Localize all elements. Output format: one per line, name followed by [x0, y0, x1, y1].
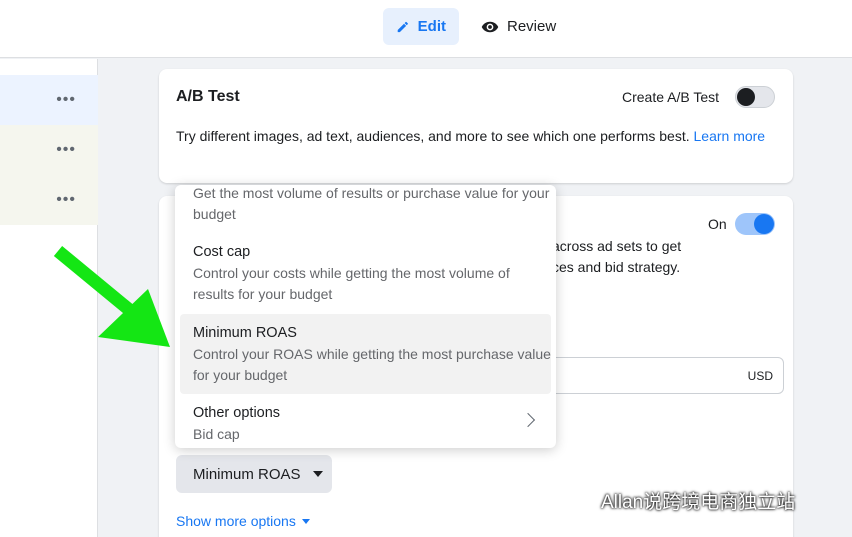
sidebar-row-ad-set[interactable]: ••• — [0, 125, 98, 175]
menu-option-minimum-roas[interactable]: Minimum ROAS Control your ROAS while get… — [180, 314, 551, 394]
menu-option-other-options[interactable]: Other options Bid cap — [180, 403, 551, 445]
sidebar-row-ad[interactable]: ••• — [0, 175, 98, 225]
watermark-text: Allan说跨境电商独立站 — [601, 492, 796, 513]
budget-amount-input[interactable]: USD — [539, 357, 784, 394]
bid-strategy-menu: Get the most volume of results or purcha… — [175, 185, 556, 448]
menu-option-description: Bid cap — [193, 426, 240, 442]
caret-down-icon — [301, 518, 310, 524]
menu-option-description: Get the most volume of results or purcha… — [193, 185, 550, 222]
ab-test-card: A/B Test Create A/B Test Try different i… — [159, 69, 793, 183]
budget-description: across ad sets to get ces and bid strate… — [552, 236, 681, 278]
menu-option-title: Cost cap — [193, 244, 251, 260]
budget-optimization-toggle[interactable] — [735, 213, 775, 235]
toggle-knob — [737, 88, 755, 106]
ab-test-title: A/B Test — [176, 88, 240, 105]
create-ab-test-toggle[interactable] — [735, 86, 775, 108]
sidebar-row-campaign[interactable]: ••• — [0, 75, 98, 125]
ab-test-description: Try different images, ad text, audiences… — [176, 126, 776, 147]
menu-option-description: Control your ROAS while getting the most… — [193, 346, 551, 383]
wechat-icon — [565, 489, 594, 511]
more-dots-icon[interactable]: ••• — [56, 192, 76, 208]
tab-review-label: Review — [507, 18, 557, 35]
caret-down-icon — [312, 471, 323, 477]
more-dots-icon[interactable]: ••• — [56, 142, 76, 158]
bid-strategy-value: Minimum ROAS — [193, 465, 301, 483]
tab-edit-label: Edit — [417, 18, 446, 35]
tab-review[interactable]: Review — [468, 8, 569, 45]
watermark: Allan说跨境电商独立站 — [565, 487, 795, 514]
eye-icon — [481, 21, 499, 32]
budget-description-line1: across ad sets to get — [552, 238, 682, 254]
menu-option-description: Control your costs while getting the mos… — [193, 265, 510, 302]
bid-strategy-dropdown[interactable]: Minimum ROAS — [176, 455, 332, 493]
budget-optimization-label: On — [708, 216, 727, 232]
tab-edit[interactable]: Edit — [383, 8, 459, 45]
budget-description-line2: ces and bid strategy. — [552, 259, 681, 275]
create-ab-test-label: Create A/B Test — [622, 89, 720, 105]
toggle-knob — [754, 214, 774, 234]
pencil-icon — [397, 21, 408, 32]
menu-option-cost-cap[interactable]: Cost cap Control your costs while gettin… — [180, 242, 551, 306]
more-dots-icon[interactable]: ••• — [56, 92, 76, 108]
learn-more-link[interactable]: Learn more — [694, 128, 766, 144]
currency-label: USD — [747, 369, 773, 383]
show-more-label: Show more options — [176, 513, 296, 529]
ab-test-description-text: Try different images, ad text, audiences… — [176, 128, 690, 144]
menu-option-highest-volume[interactable]: Get the most volume of results or purcha… — [180, 185, 551, 225]
top-bar: Edit Review — [0, 0, 852, 58]
menu-option-title: Minimum ROAS — [193, 325, 297, 341]
menu-option-title: Other options — [193, 405, 281, 421]
show-more-options-link[interactable]: Show more options — [176, 513, 310, 529]
green-arrow-annotation — [53, 245, 170, 347]
